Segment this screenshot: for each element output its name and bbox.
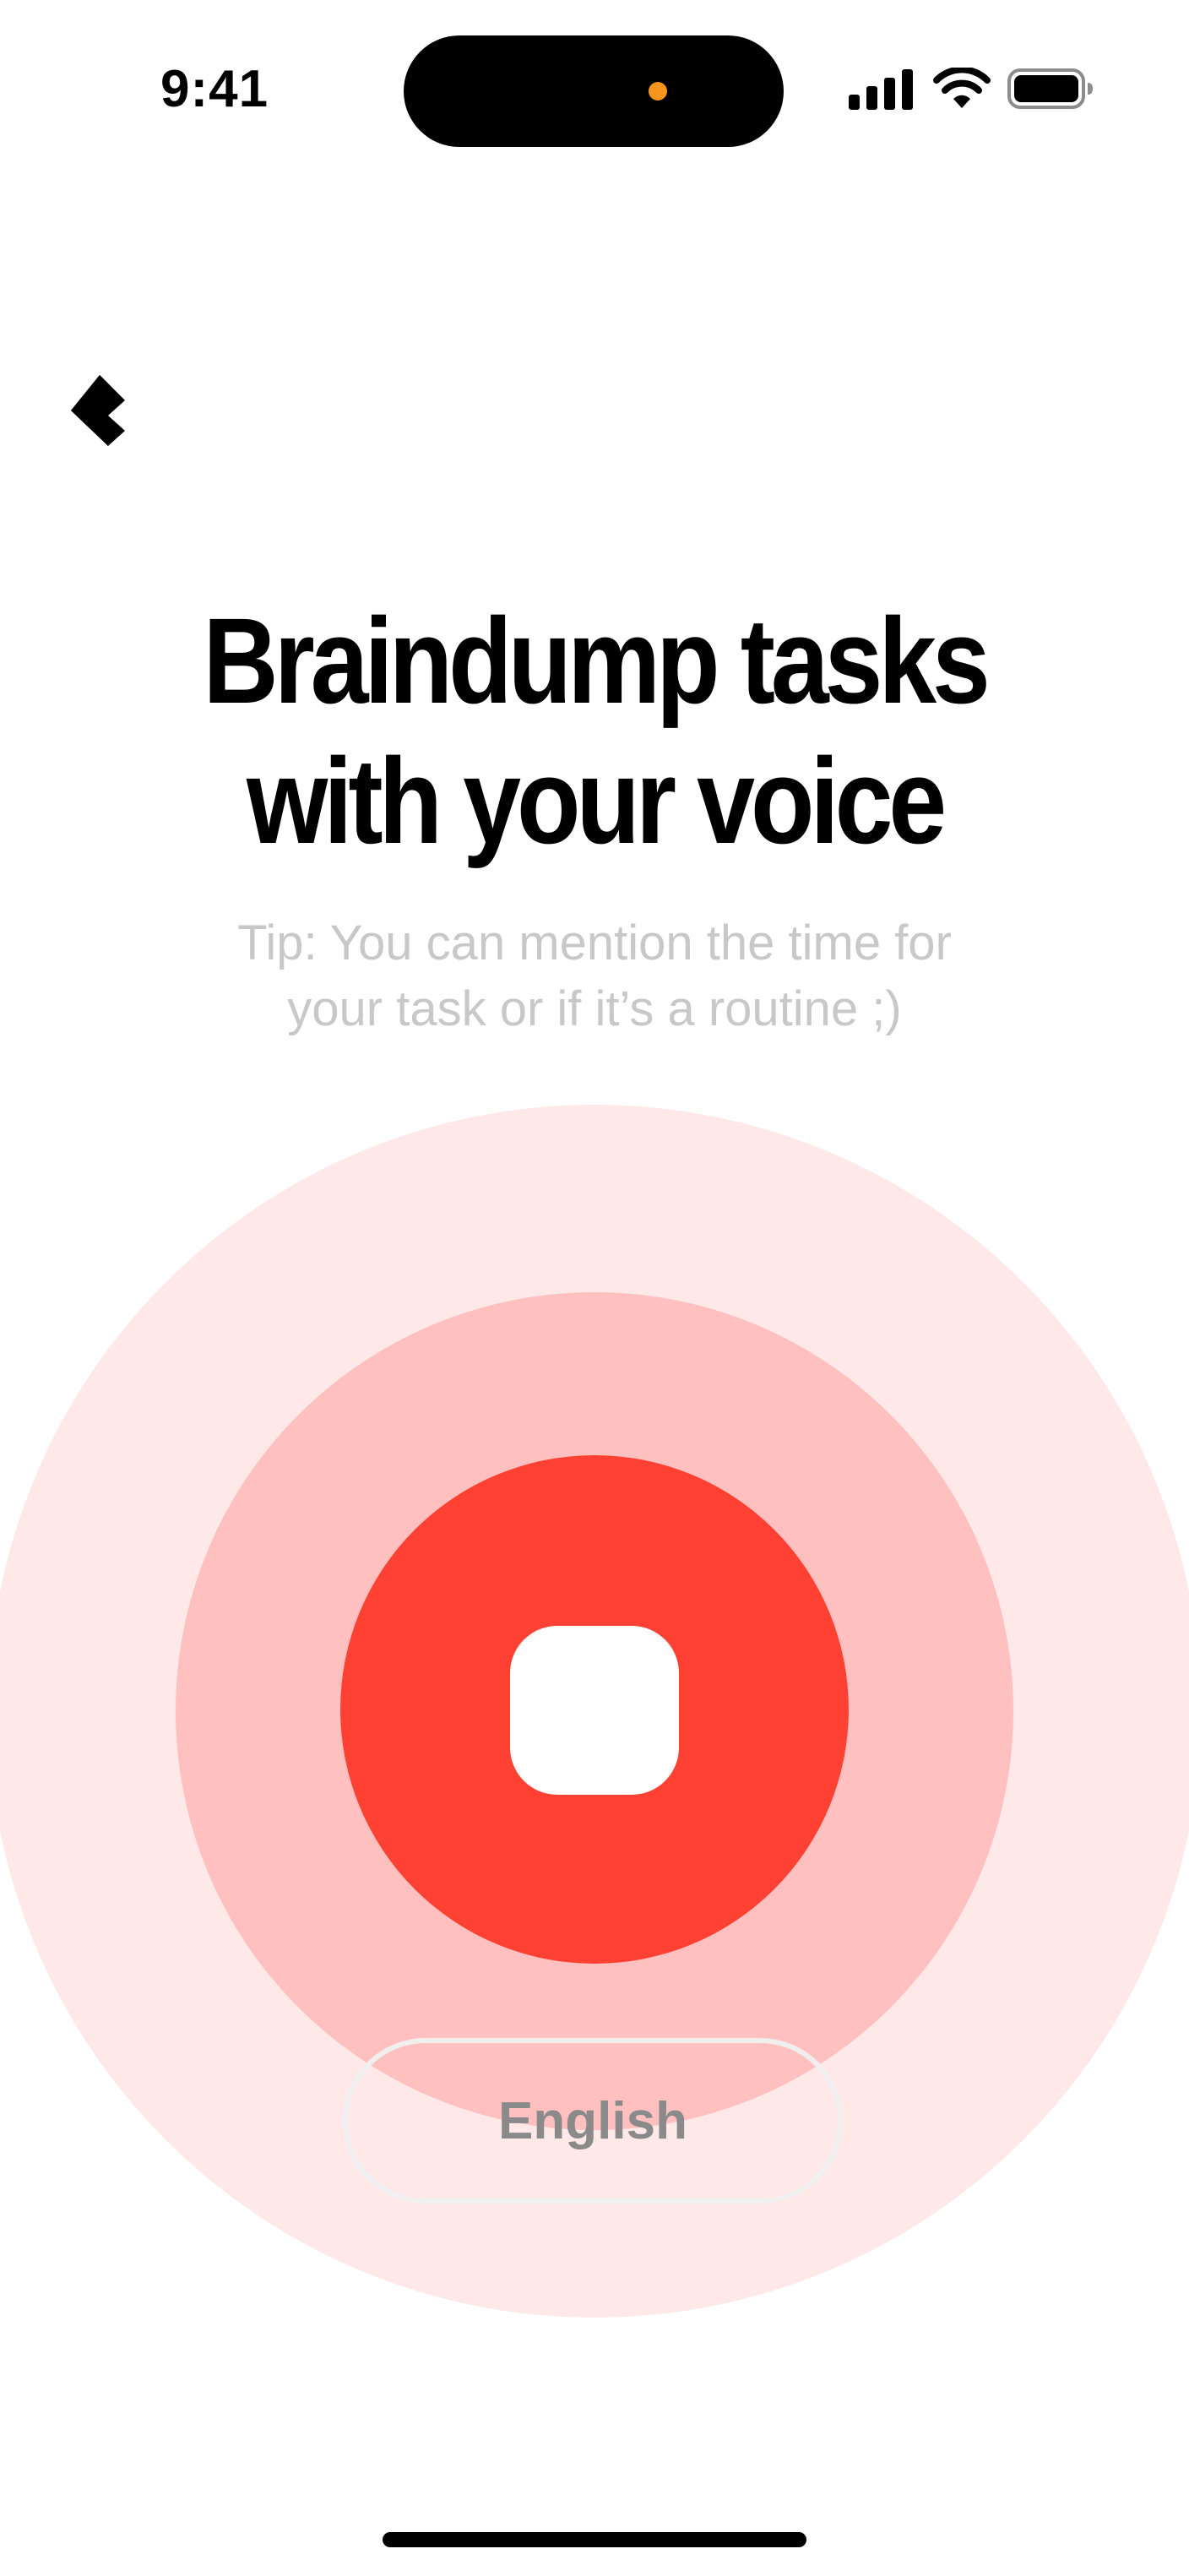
- home-indicator[interactable]: [383, 2532, 806, 2547]
- status-icons: [849, 68, 1094, 118]
- status-time: 9:41: [160, 60, 269, 118]
- back-button[interactable]: [59, 363, 144, 465]
- title-line-1: Braindump tasks: [203, 593, 991, 729]
- cellular-signal-icon: [849, 68, 915, 110]
- tip-line-2: your task or if it’s a routine ;): [287, 981, 902, 1036]
- chevron-left-icon: [71, 375, 125, 446]
- dynamic-island: [404, 35, 784, 147]
- tip-line-1: Tip: You can mention the time for: [237, 916, 952, 970]
- page-title: Braindump tasks with your voice: [84, 591, 1106, 872]
- language-selector-button[interactable]: English: [343, 2038, 843, 2204]
- wifi-icon: [933, 68, 991, 108]
- title-line-2: with your voice: [246, 733, 947, 869]
- battery-icon: [1007, 68, 1093, 109]
- tip-text: Tip: You can mention the time for your t…: [0, 910, 1189, 1042]
- stop-icon: [510, 1626, 679, 1795]
- language-label: English: [498, 2091, 687, 2150]
- stop-recording-button[interactable]: [340, 1455, 849, 1964]
- recording-indicator-dot: [649, 82, 667, 101]
